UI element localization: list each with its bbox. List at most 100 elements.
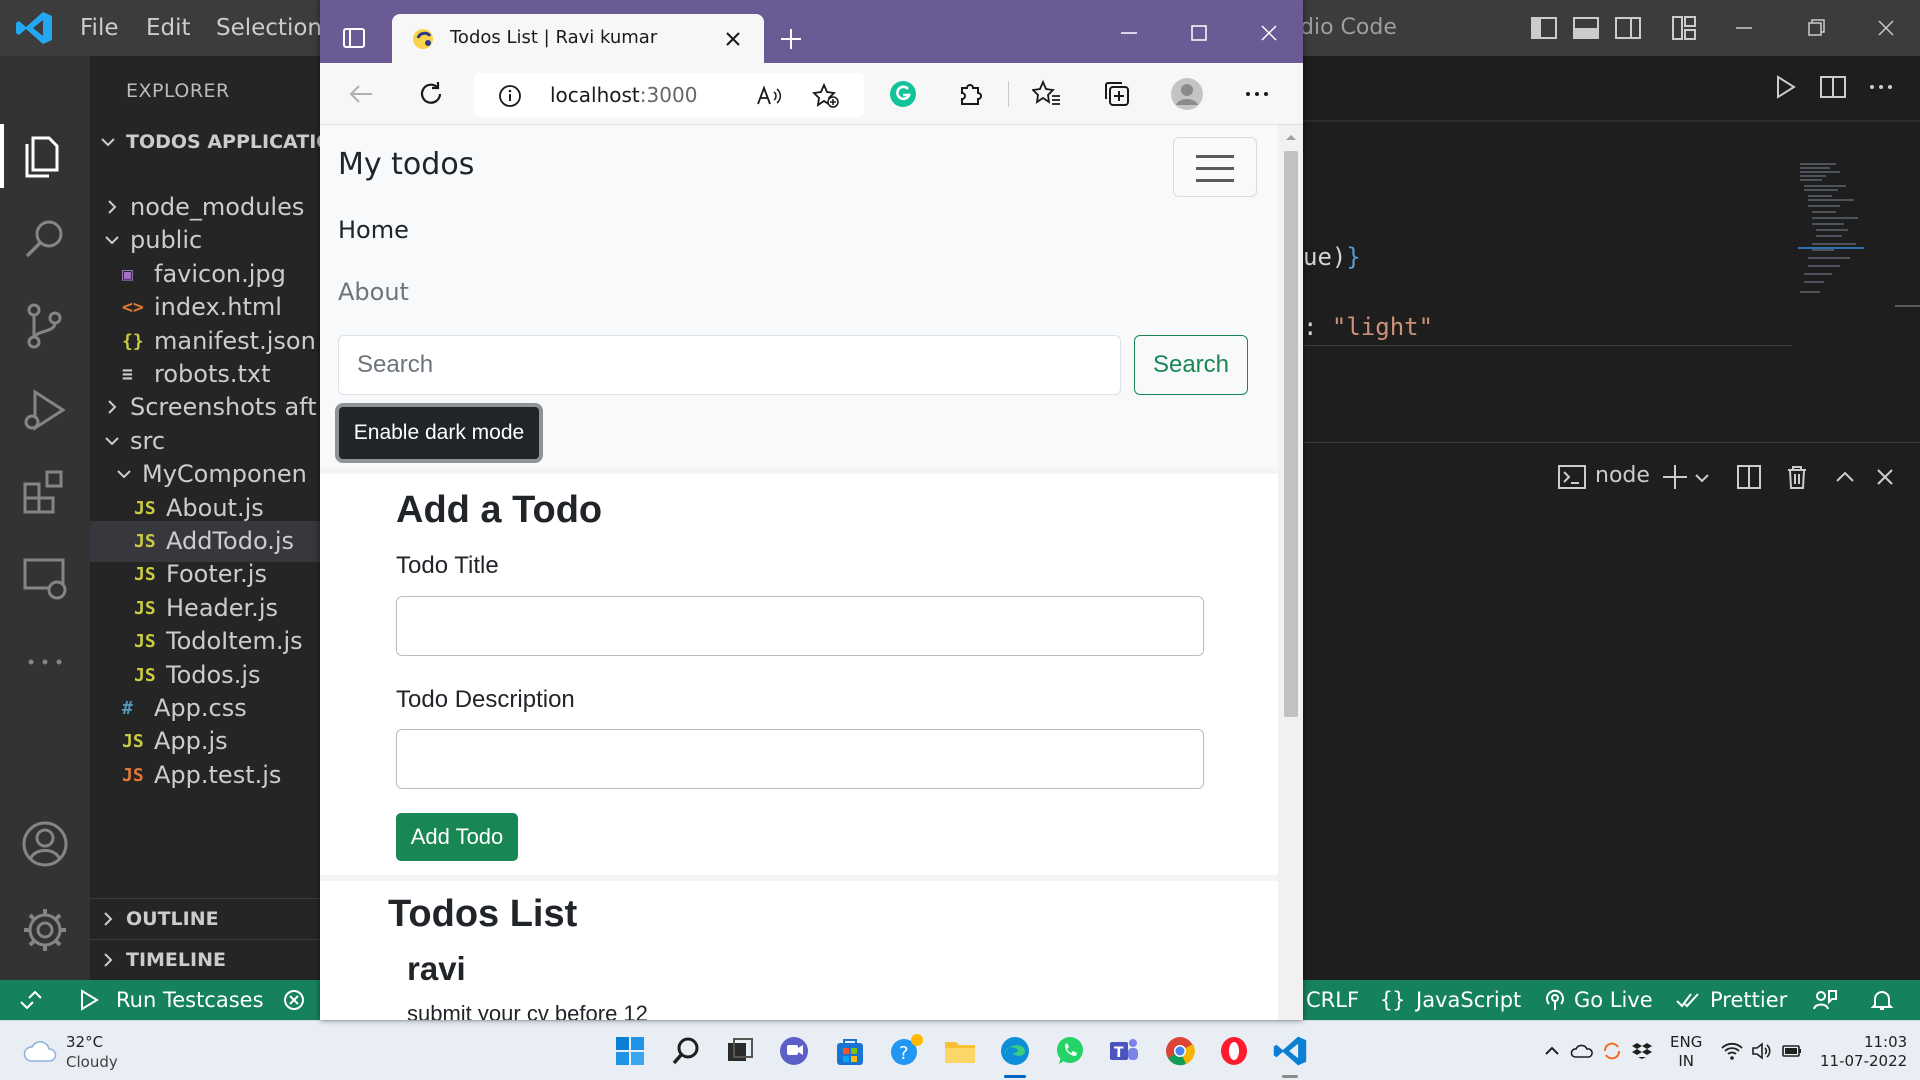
timeline-section[interactable]: TIMELINE <box>90 939 320 979</box>
browser-tab-active[interactable]: Todos List | Ravi kumar <box>392 14 764 63</box>
sync-icon[interactable] <box>1600 1039 1624 1063</box>
weather-temperature[interactable]: 32°C <box>66 1033 103 1051</box>
chevron-right-icon <box>104 953 113 967</box>
onedrive-icon[interactable] <box>1570 1039 1594 1063</box>
run-code-icon[interactable] <box>1770 72 1800 102</box>
read-aloud-icon[interactable] <box>756 84 782 108</box>
show-hidden-icons-icon[interactable] <box>1540 1039 1564 1063</box>
tips-icon[interactable]: ? <box>888 1033 924 1069</box>
run-debug-icon[interactable] <box>19 384 71 436</box>
site-info-icon[interactable] <box>498 84 522 108</box>
minimap[interactable] <box>1796 160 1866 305</box>
navbar-brand[interactable]: My todos <box>338 147 474 182</box>
terminal-name[interactable]: node <box>1595 463 1650 488</box>
close-tab-icon[interactable] <box>724 30 742 48</box>
more-icon[interactable] <box>19 636 71 688</box>
search-button[interactable]: Search <box>1134 335 1248 395</box>
close-panel-icon[interactable] <box>1870 462 1900 492</box>
whatsapp-icon[interactable] <box>1052 1033 1088 1069</box>
settings-gear-icon[interactable] <box>19 904 71 956</box>
trash-icon[interactable] <box>1782 462 1812 492</box>
todo-description-input[interactable] <box>396 729 1204 789</box>
grammarly-icon[interactable] <box>888 79 918 109</box>
browser-maximize-icon[interactable] <box>1186 20 1212 46</box>
accounts-icon[interactable] <box>19 818 71 870</box>
scroll-up-arrow-icon[interactable] <box>1284 131 1298 143</box>
split-editor-icon[interactable] <box>1818 72 1848 102</box>
volume-icon[interactable] <box>1750 1039 1774 1063</box>
line-ending-item[interactable]: CRLF <box>1306 980 1359 1020</box>
vscode-taskbar-icon[interactable] <box>1272 1033 1308 1069</box>
opera-icon[interactable] <box>1216 1033 1252 1069</box>
menu-edit[interactable]: Edit <box>146 0 191 56</box>
teams-icon[interactable]: T <box>1106 1033 1142 1069</box>
cloud-icon[interactable] <box>22 1037 58 1065</box>
scrollbar-thumb[interactable] <box>1284 151 1298 717</box>
chat-icon[interactable] <box>776 1033 812 1069</box>
outline-section[interactable]: OUTLINE <box>90 898 320 938</box>
task-view-icon[interactable] <box>722 1033 758 1069</box>
microsoft-store-icon[interactable] <box>832 1033 868 1069</box>
code-line-1[interactable]: ue)} <box>1303 243 1361 271</box>
toggle-secondary-sidebar-icon[interactable] <box>1614 14 1642 42</box>
page-scrollbar[interactable] <box>1278 125 1303 1020</box>
navbar-toggler[interactable] <box>1173 137 1257 197</box>
maximize-panel-icon[interactable] <box>1830 462 1860 492</box>
chrome-icon[interactable] <box>1162 1033 1198 1069</box>
workspace-section[interactable]: TODOS APPLICATIO <box>90 122 320 162</box>
notifications-bell-icon[interactable] <box>1870 988 1894 1012</box>
explorer-icon[interactable] <box>19 130 71 182</box>
url-text[interactable]: localhost:3000 <box>550 83 697 107</box>
close-window-icon[interactable] <box>1870 12 1902 44</box>
dropbox-icon[interactable] <box>1630 1039 1654 1063</box>
browser-minimize-icon[interactable] <box>1116 20 1142 46</box>
edge-browser-icon[interactable] <box>997 1033 1033 1069</box>
toggle-panel-icon[interactable] <box>1572 14 1600 42</box>
remote-explorer-icon[interactable] <box>19 552 71 604</box>
todo-title-input[interactable] <box>396 596 1204 656</box>
browser-close-icon[interactable] <box>1256 20 1282 46</box>
menu-selection[interactable]: Selection <box>216 0 322 56</box>
code-line-2[interactable]: : "light" <box>1303 313 1433 341</box>
address-bar[interactable]: localhost:3000 <box>474 73 864 117</box>
tree-file[interactable]: JS App.test.js <box>90 755 320 796</box>
favorites-icon[interactable] <box>1032 79 1062 109</box>
chevron-down-icon[interactable] <box>1694 470 1710 486</box>
search-icon[interactable] <box>19 214 71 266</box>
more-actions-icon[interactable] <box>1866 72 1896 102</box>
nav-link-about[interactable]: About <box>338 278 409 306</box>
input-language[interactable]: ENG IN <box>1670 1033 1702 1071</box>
weather-condition[interactable]: Cloudy <box>66 1053 118 1071</box>
taskbar-search-icon[interactable] <box>668 1033 704 1069</box>
dark-mode-button[interactable]: Enable dark mode <box>335 403 543 463</box>
restore-icon[interactable] <box>1800 12 1832 44</box>
settings-more-icon[interactable] <box>1242 79 1272 109</box>
minimize-icon[interactable] <box>1728 12 1760 44</box>
customize-layout-icon[interactable] <box>1670 14 1698 42</box>
menu-file[interactable]: File <box>80 0 119 56</box>
feedback-icon[interactable] <box>1812 988 1838 1012</box>
refresh-icon[interactable] <box>416 79 446 109</box>
file-explorer-icon[interactable] <box>942 1033 978 1069</box>
windows-start-icon[interactable] <box>612 1033 648 1069</box>
add-todo-button[interactable]: Add Todo <box>396 813 518 861</box>
add-favorite-icon[interactable] <box>812 83 840 109</box>
new-terminal-icon[interactable] <box>1660 462 1690 492</box>
toggle-primary-sidebar-icon[interactable] <box>1530 14 1558 42</box>
collections-icon[interactable] <box>1102 79 1132 109</box>
wifi-icon[interactable] <box>1720 1039 1744 1063</box>
extensions-puzzle-icon[interactable] <box>956 79 986 109</box>
nav-link-home[interactable]: Home <box>338 216 409 244</box>
errors-icon[interactable] <box>283 989 305 1011</box>
profile-avatar-icon[interactable] <box>1170 77 1204 111</box>
search-input[interactable]: Search <box>338 335 1121 395</box>
extensions-icon[interactable] <box>19 466 71 518</box>
split-terminal-icon[interactable] <box>1734 462 1764 492</box>
tab-actions-icon[interactable] <box>342 26 366 50</box>
back-arrow-icon[interactable] <box>346 79 376 109</box>
battery-icon[interactable] <box>1780 1039 1804 1063</box>
source-control-icon[interactable] <box>19 300 71 352</box>
new-tab-icon[interactable] <box>778 26 804 52</box>
remote-indicator[interactable] <box>0 980 62 1020</box>
clock[interactable]: 11:03 11-07-2022 <box>1820 1033 1907 1071</box>
